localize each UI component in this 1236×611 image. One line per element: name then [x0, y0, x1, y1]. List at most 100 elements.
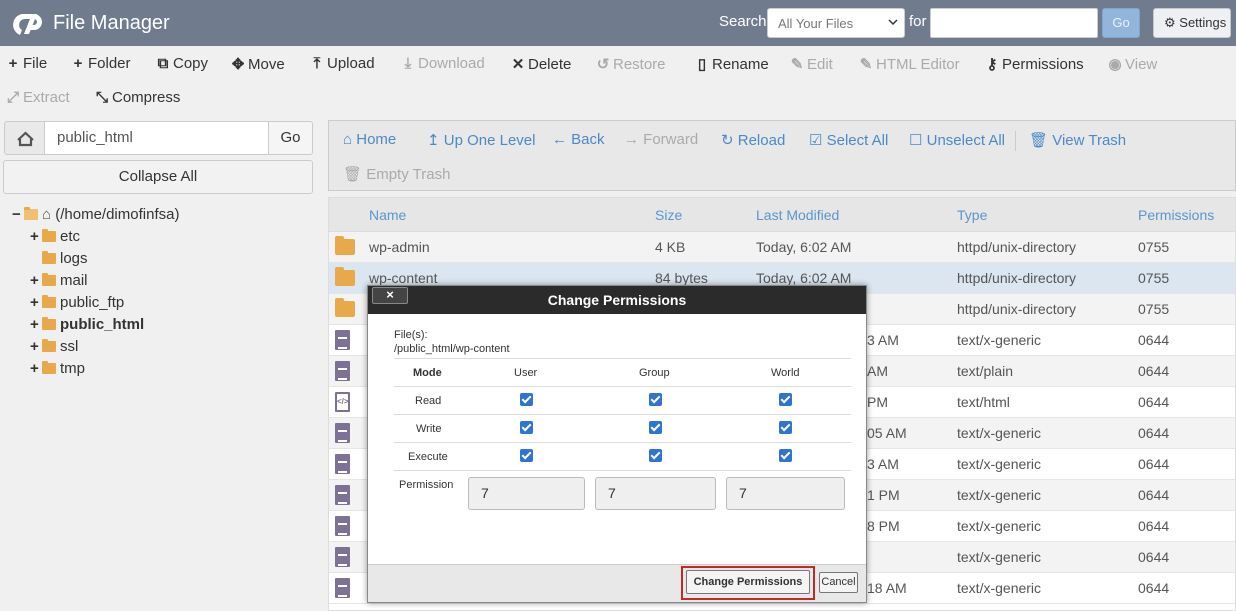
nav-forward-button[interactable]: → Forward: [624, 131, 698, 148]
tree-item-logs[interactable]: logs: [42, 250, 88, 267]
compress-button[interactable]: ⤡ Compress: [95, 89, 180, 106]
row-type: text/plain: [957, 363, 1014, 379]
file-button[interactable]: + File: [6, 55, 48, 72]
trash-icon: 🗑: [1029, 132, 1049, 149]
group-permission-field[interactable]: 7: [595, 477, 716, 510]
extract-button[interactable]: ⤢ Extract: [6, 89, 70, 106]
user-permission-field[interactable]: 7: [468, 477, 585, 510]
file-text-icon: [335, 547, 350, 567]
row-perms: 0644: [1138, 332, 1170, 348]
delete-button[interactable]: ✕ Delete: [511, 55, 572, 73]
permissions-button[interactable]: ⚷ Permissions: [985, 55, 1084, 73]
group-read-checkbox[interactable]: [649, 393, 662, 406]
html-editor-label: HTML Editor: [876, 56, 960, 73]
row-type: text/x-generic: [957, 332, 1042, 348]
home-icon: ⌂: [42, 206, 52, 223]
file-text-icon: [335, 516, 350, 536]
restore-button[interactable]: ↺ Restore: [596, 55, 666, 73]
tree-item-label: tmp: [60, 360, 86, 377]
download-button[interactable]: ⤓ Download: [401, 55, 485, 72]
top-header: File Manager Search All Your Files for G…: [0, 0, 1236, 46]
user-read-checkbox[interactable]: [520, 393, 533, 406]
col-name-header[interactable]: Name: [369, 207, 406, 223]
nav-select-all-button[interactable]: ☑ Select All: [809, 131, 888, 149]
close-button[interactable]: ×: [372, 287, 408, 304]
cancel-button[interactable]: Cancel: [819, 572, 858, 593]
folder-icon: [42, 339, 56, 352]
tree-item-public-ftp[interactable]: + public_ftp: [30, 294, 124, 311]
rename-button[interactable]: ▯ Rename: [695, 55, 769, 73]
home-path-button[interactable]: [4, 121, 45, 155]
row-type: httpd/unix-directory: [957, 301, 1077, 317]
download-icon: ⤓: [404, 55, 412, 72]
nav-forward-label: Forward: [643, 131, 699, 148]
nav-up-button[interactable]: ↥ Up One Level: [427, 131, 535, 149]
user-header: User: [514, 367, 538, 379]
folder-icon: [42, 295, 56, 308]
tree-root[interactable]: − ⌂ (/home/dimofinfsa): [12, 206, 179, 223]
user-execute-checkbox[interactable]: [520, 449, 533, 462]
nav-unselect-all-button[interactable]: ☐ Unselect All: [909, 131, 1005, 149]
row-perms: 0644: [1138, 425, 1170, 441]
arrow-right-icon: →: [624, 131, 639, 148]
row-size: 4 KB: [655, 239, 686, 255]
file-label: File: [23, 55, 48, 72]
plus-icon: +: [73, 55, 83, 72]
tree-item-mail[interactable]: + mail: [30, 272, 88, 289]
col-modified-header[interactable]: Last Modified: [756, 207, 839, 223]
folder-button[interactable]: + Folder: [71, 55, 131, 72]
search-input[interactable]: [930, 8, 1098, 38]
nav-view-trash-button[interactable]: 🗑 View Trash: [1029, 131, 1126, 149]
copy-button[interactable]: ⧉ Copy: [156, 55, 208, 72]
table-row[interactable]: wp-admin 4 KB Today, 6:02 AM httpd/unix-…: [329, 232, 1235, 263]
col-permissions-header[interactable]: Permissions: [1138, 207, 1214, 223]
nav-back-button[interactable]: ← Back: [552, 131, 605, 148]
file-text-icon: [335, 361, 350, 381]
search-scope-select[interactable]: All Your Files: [767, 8, 905, 38]
group-execute-checkbox[interactable]: [649, 449, 662, 462]
move-button[interactable]: ✥ Move: [231, 55, 285, 73]
settings-button[interactable]: ⚙ Settings: [1153, 8, 1231, 38]
nav-home-button[interactable]: ⌂ Home: [343, 131, 396, 148]
path-input[interactable]: public_html: [44, 121, 269, 155]
world-permission-field[interactable]: 7: [726, 477, 845, 510]
rename-label: Rename: [712, 56, 769, 73]
home-icon: ⌂: [343, 131, 353, 148]
nav-empty-trash-button[interactable]: 🗑 Empty Trash: [343, 165, 450, 183]
tree-item-public-html[interactable]: + public_html: [30, 316, 144, 333]
edit-button[interactable]: ✎ Edit: [790, 55, 833, 73]
row-modified: 18 AM: [867, 580, 907, 596]
permissions-header-row: Mode User Group World: [394, 358, 851, 386]
nav-empty-trash-label: Empty Trash: [366, 166, 451, 183]
tree-item-ssl[interactable]: + ssl: [30, 338, 78, 355]
html-editor-button[interactable]: ✎ HTML Editor: [859, 55, 960, 73]
path-go-button[interactable]: Go: [268, 121, 313, 155]
folder-open-icon: [24, 207, 38, 220]
row-modified: 3 AM: [867, 456, 899, 472]
change-permissions-button[interactable]: Change Permissions: [686, 570, 810, 594]
row-modified: AM: [867, 363, 888, 379]
nav-reload-button[interactable]: ↻ Reload: [721, 131, 785, 149]
execute-row: Execute: [394, 442, 851, 470]
tree-item-tmp[interactable]: + tmp: [30, 360, 85, 377]
view-button[interactable]: ◉ View: [1108, 55, 1157, 73]
nav-home-label: Home: [356, 131, 397, 148]
tree-item-label: mail: [60, 272, 88, 289]
user-write-checkbox[interactable]: [520, 421, 533, 434]
col-size-header[interactable]: Size: [655, 207, 682, 223]
plus-icon: +: [30, 272, 39, 289]
write-label: Write: [416, 423, 442, 435]
collapse-all-button[interactable]: Collapse All: [3, 160, 313, 194]
world-execute-checkbox[interactable]: [779, 449, 792, 462]
row-size: 84 bytes: [655, 270, 708, 286]
world-read-checkbox[interactable]: [779, 393, 792, 406]
eye-icon: ◉: [1108, 56, 1122, 73]
move-icon: ✥: [231, 56, 245, 73]
col-type-header[interactable]: Type: [957, 207, 987, 223]
upload-button[interactable]: ⤒ Upload: [310, 55, 375, 72]
minus-icon: −: [12, 206, 21, 223]
world-write-checkbox[interactable]: [779, 421, 792, 434]
group-write-checkbox[interactable]: [649, 421, 662, 434]
search-go-button[interactable]: Go: [1102, 8, 1140, 38]
tree-item-etc[interactable]: + etc: [30, 228, 80, 245]
